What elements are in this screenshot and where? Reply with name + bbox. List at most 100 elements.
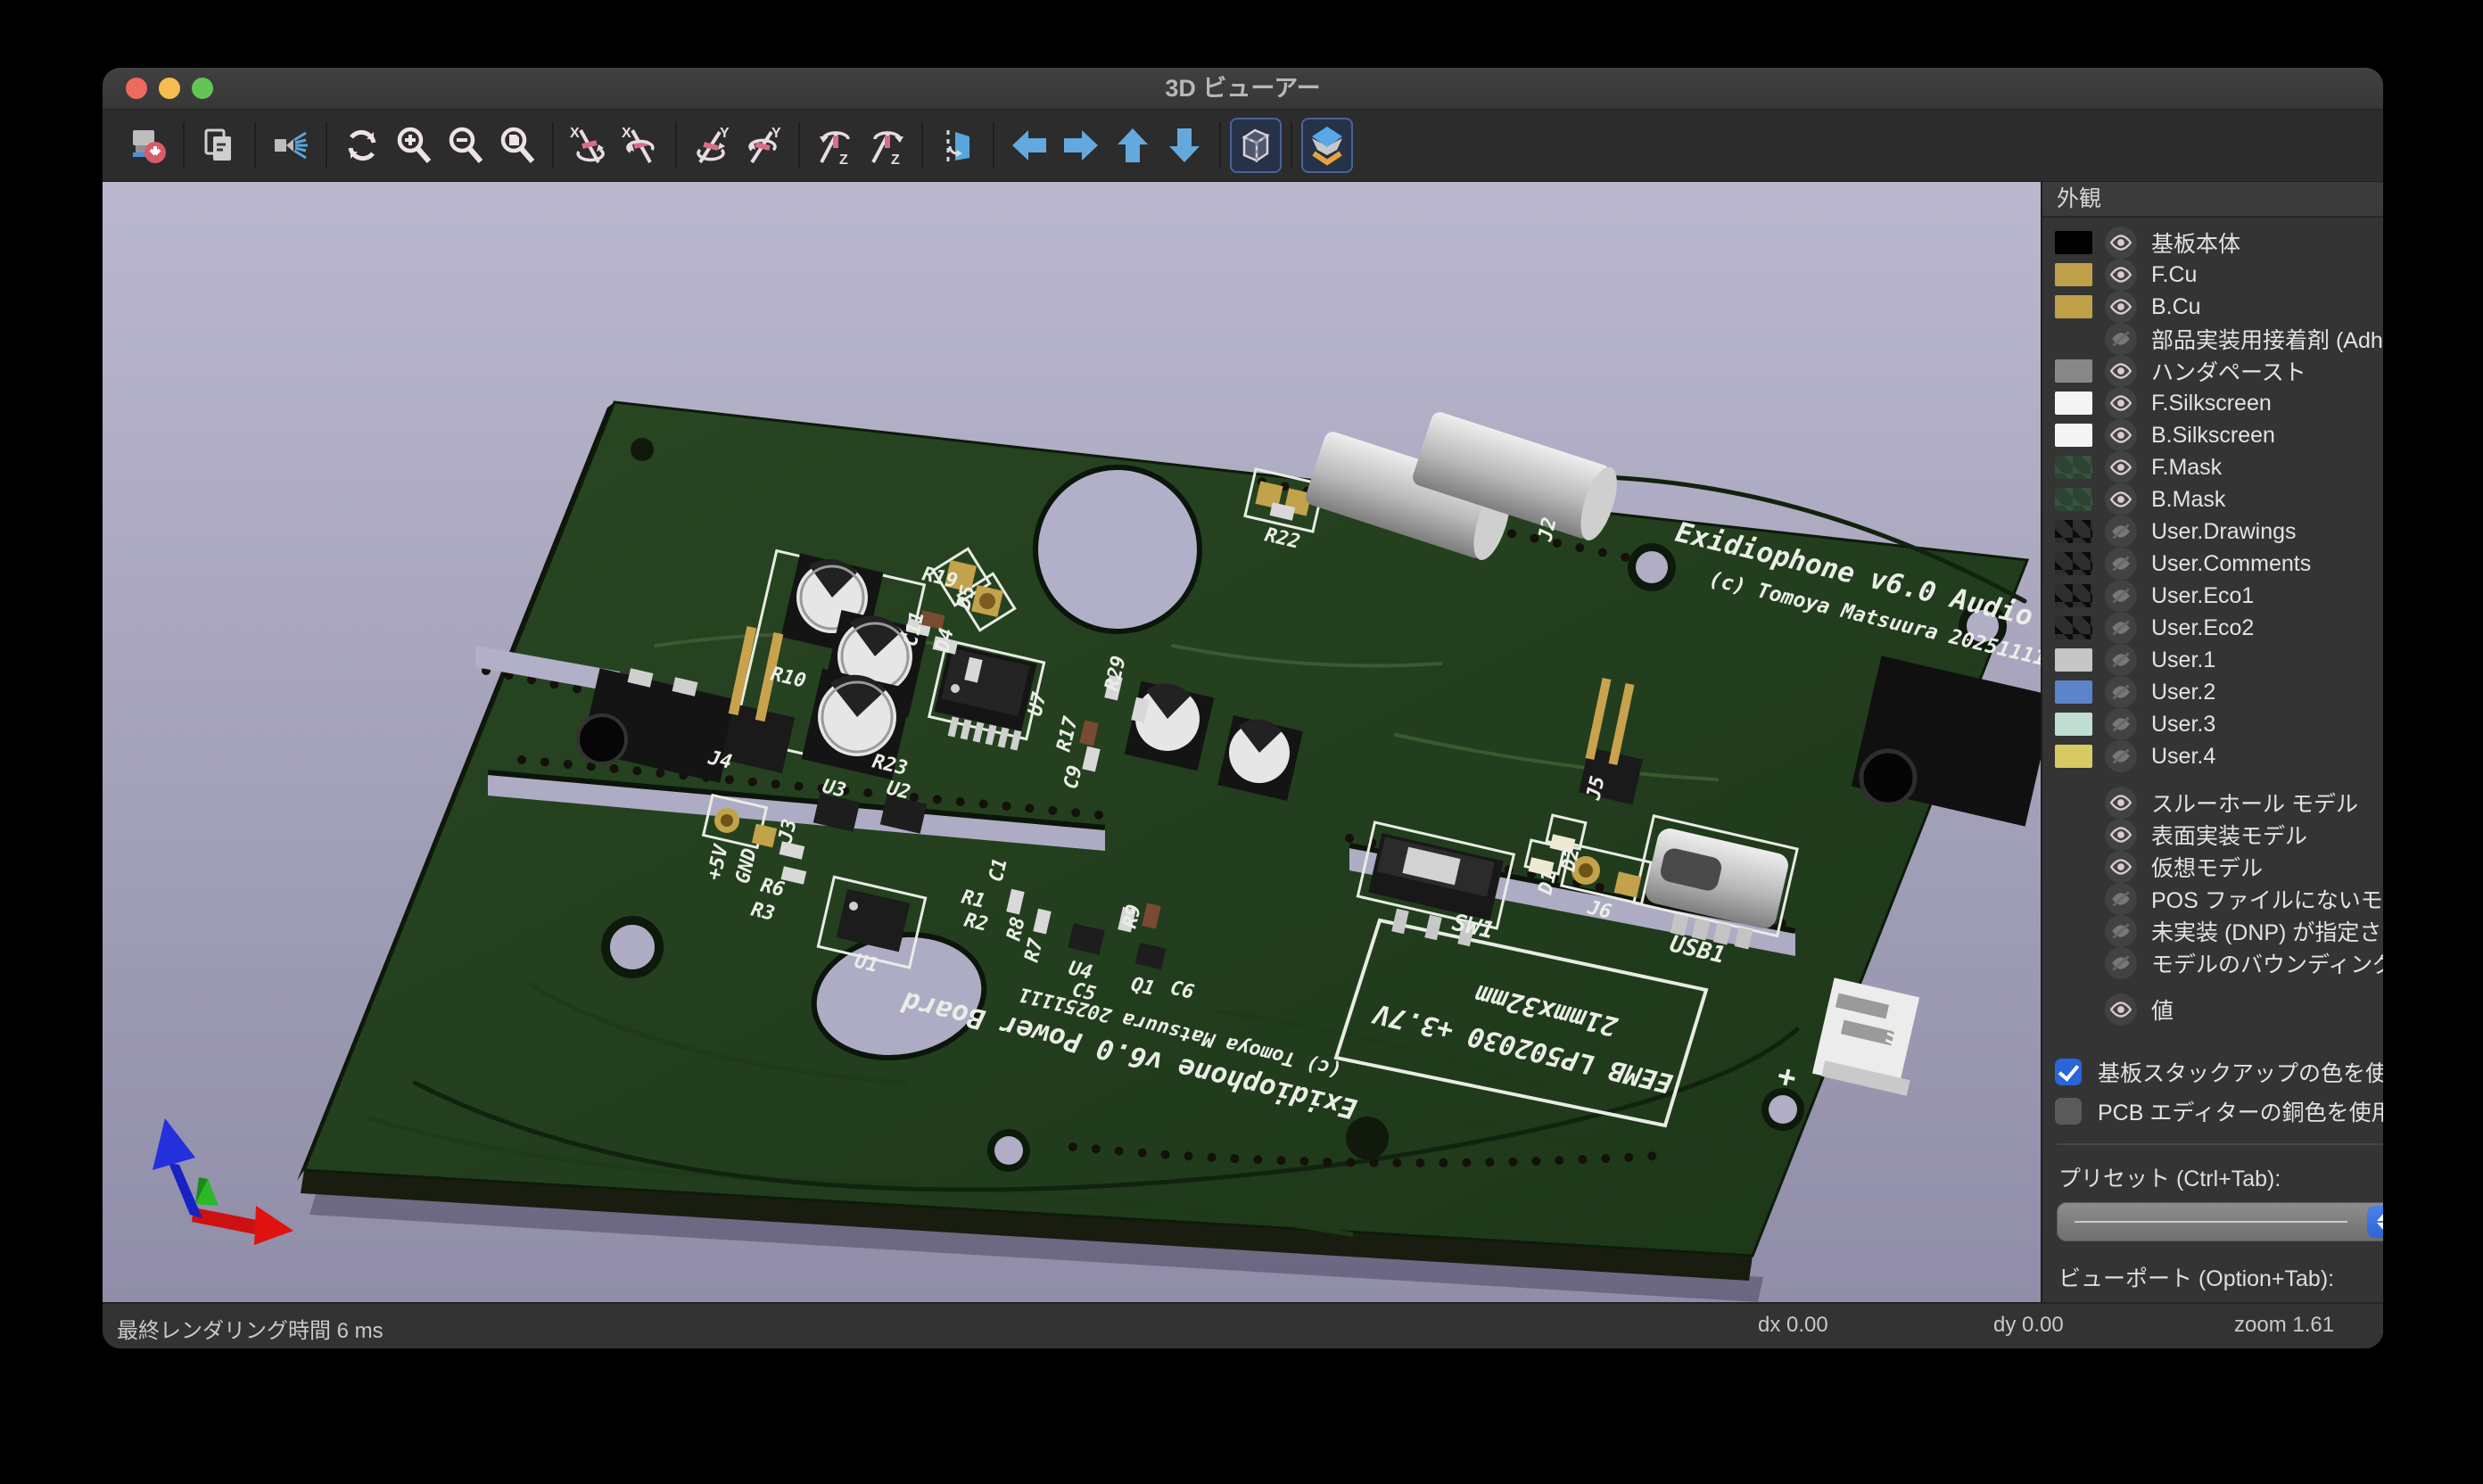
- layer-color-swatch[interactable]: [2055, 359, 2092, 383]
- visibility-eye-icon[interactable]: [2105, 787, 2137, 819]
- use-pcb-editor-copper-option[interactable]: PCB エディターの銅色を使用: [2055, 1092, 2383, 1131]
- visibility-eye-icon[interactable]: [2105, 740, 2137, 772]
- layer-row[interactable]: F.Silkscreen: [2042, 387, 2383, 419]
- rotate-z-ccw-button[interactable]: Z: [809, 118, 861, 173]
- visibility-eye-icon[interactable]: [2105, 515, 2137, 548]
- layer-row[interactable]: 未実装 (DNP) が指定さ: [2042, 915, 2383, 947]
- orthographic-cube-icon: [1235, 125, 1276, 166]
- use-stackup-colors-checkbox[interactable]: [2055, 1059, 2082, 1085]
- rotate-z-cw-icon: Z: [866, 125, 907, 166]
- layer-row[interactable]: User.4: [2042, 740, 2383, 772]
- layer-color-swatch[interactable]: [2055, 552, 2092, 575]
- layer-row[interactable]: スルーホール モデル: [2042, 787, 2383, 819]
- rotate-y-ccw-button[interactable]: Y: [686, 118, 738, 173]
- visibility-eye-icon[interactable]: [2105, 851, 2137, 883]
- layer-row[interactable]: 表面実装モデル: [2042, 819, 2383, 851]
- visibility-eye-icon[interactable]: [2105, 708, 2137, 740]
- layer-color-swatch[interactable]: [2055, 745, 2092, 768]
- rotate-x-ccw-button[interactable]: X: [563, 118, 615, 173]
- use-stackup-colors-option[interactable]: 基板スタックアップの色を使用: [2055, 1052, 2383, 1092]
- layer-row[interactable]: User.Comments: [2042, 548, 2383, 580]
- svg-text:X: X: [622, 126, 631, 141]
- layer-color-swatch[interactable]: [2055, 488, 2092, 511]
- flip-board-button[interactable]: [932, 118, 984, 173]
- visibility-eye-icon[interactable]: [2105, 883, 2137, 915]
- visibility-eye-icon[interactable]: [2105, 259, 2137, 291]
- visibility-eye-icon[interactable]: [2105, 819, 2137, 851]
- visibility-eye-icon[interactable]: [2105, 227, 2137, 259]
- layer-row[interactable]: User.Eco1: [2042, 580, 2383, 612]
- layer-color-swatch[interactable]: [2055, 520, 2092, 543]
- render-options-button[interactable]: [265, 118, 317, 173]
- layer-color-swatch[interactable]: [2055, 456, 2092, 479]
- layer-color-swatch[interactable]: [2055, 584, 2092, 607]
- layer-row[interactable]: F.Cu: [2042, 259, 2383, 291]
- copy-image-button[interactable]: [194, 118, 245, 173]
- visibility-eye-icon[interactable]: [2105, 580, 2137, 612]
- svg-text:Y: Y: [771, 126, 781, 141]
- layer-row[interactable]: POS ファイルにないモ: [2042, 883, 2383, 915]
- layer-color-swatch[interactable]: [2055, 392, 2092, 415]
- pan-right-button[interactable]: [1055, 118, 1107, 173]
- layer-color-swatch[interactable]: [2055, 713, 2092, 736]
- refresh-view-button[interactable]: [336, 118, 388, 173]
- rotate-z-ccw-icon: Z: [814, 125, 855, 166]
- show-appearance-manager-toggle[interactable]: [1301, 118, 1353, 173]
- visibility-eye-icon[interactable]: [2105, 387, 2137, 419]
- zoom-to-fit-button[interactable]: [491, 118, 543, 173]
- layer-row[interactable]: ハンダペースト: [2042, 355, 2383, 387]
- preset-dropdown[interactable]: [2057, 1202, 2383, 1241]
- layer-row[interactable]: B.Silkscreen: [2042, 419, 2383, 451]
- layer-row[interactable]: B.Mask: [2042, 483, 2383, 515]
- layer-color-swatch[interactable]: [2055, 616, 2092, 639]
- layer-row[interactable]: モデルのバウンディング: [2042, 947, 2383, 979]
- pan-left-arrow-icon: [1009, 125, 1050, 166]
- layer-color-swatch[interactable]: [2055, 424, 2092, 447]
- use-pcb-editor-copper-checkbox[interactable]: [2055, 1098, 2082, 1125]
- layer-row[interactable]: 仮想モデル: [2042, 851, 2383, 883]
- visibility-eye-icon[interactable]: [2105, 355, 2137, 387]
- pan-up-button[interactable]: [1107, 118, 1159, 173]
- dropdown-stepper-icon[interactable]: [2367, 1206, 2383, 1238]
- visibility-eye-icon[interactable]: [2105, 291, 2137, 323]
- layer-row[interactable]: User.3: [2042, 708, 2383, 740]
- layer-row[interactable]: 部品実装用接着剤 (Adh: [2042, 323, 2383, 355]
- visibility-eye-icon[interactable]: [2105, 483, 2137, 515]
- layer-row[interactable]: F.Mask: [2042, 451, 2383, 483]
- visibility-eye-icon[interactable]: [2105, 323, 2137, 355]
- zoom-status: zoom 1.61: [2234, 1313, 2334, 1338]
- visibility-eye-icon[interactable]: [2105, 612, 2137, 644]
- layer-row[interactable]: 基板本体: [2042, 227, 2383, 259]
- layer-row[interactable]: User.Drawings: [2042, 515, 2383, 548]
- pan-left-button[interactable]: [1003, 118, 1055, 173]
- orthographic-projection-toggle[interactable]: [1230, 118, 1282, 173]
- layer-color-swatch[interactable]: [2055, 263, 2092, 286]
- rotate-y-cw-button[interactable]: Y: [738, 118, 789, 173]
- title-bar[interactable]: 3D ビューアー: [103, 68, 2383, 110]
- visibility-eye-icon[interactable]: [2105, 548, 2137, 580]
- layer-row[interactable]: B.Cu: [2042, 291, 2383, 323]
- visibility-eye-icon[interactable]: [2105, 993, 2137, 1026]
- visibility-eye-icon[interactable]: [2105, 419, 2137, 451]
- visibility-eye-icon[interactable]: [2105, 915, 2137, 947]
- rotate-z-cw-button[interactable]: Z: [861, 118, 912, 173]
- layer-row[interactable]: User.2: [2042, 676, 2383, 708]
- zoom-out-button[interactable]: [440, 118, 491, 173]
- visibility-eye-icon[interactable]: [2105, 451, 2137, 483]
- visibility-eye-icon[interactable]: [2105, 676, 2137, 708]
- rotate-x-cw-button[interactable]: X: [615, 118, 666, 173]
- audio-jack-j1: [1852, 655, 2041, 826]
- export-board-image-button[interactable]: [122, 118, 174, 173]
- zoom-in-button[interactable]: [388, 118, 440, 173]
- 3d-viewport[interactable]: Exidiophone v6.0 Audio Board (c) Tomoya …: [103, 182, 2041, 1302]
- layer-row[interactable]: User.1: [2042, 644, 2383, 676]
- layer-color-swatch[interactable]: [2055, 648, 2092, 672]
- layer-row[interactable]: User.Eco2: [2042, 612, 2383, 644]
- visibility-eye-icon[interactable]: [2105, 644, 2137, 676]
- layer-row[interactable]: 値: [2042, 993, 2383, 1026]
- layer-color-swatch[interactable]: [2055, 231, 2092, 254]
- pan-down-button[interactable]: [1159, 118, 1210, 173]
- layer-color-swatch[interactable]: [2055, 295, 2092, 318]
- visibility-eye-icon[interactable]: [2105, 947, 2137, 979]
- layer-color-swatch[interactable]: [2055, 680, 2092, 704]
